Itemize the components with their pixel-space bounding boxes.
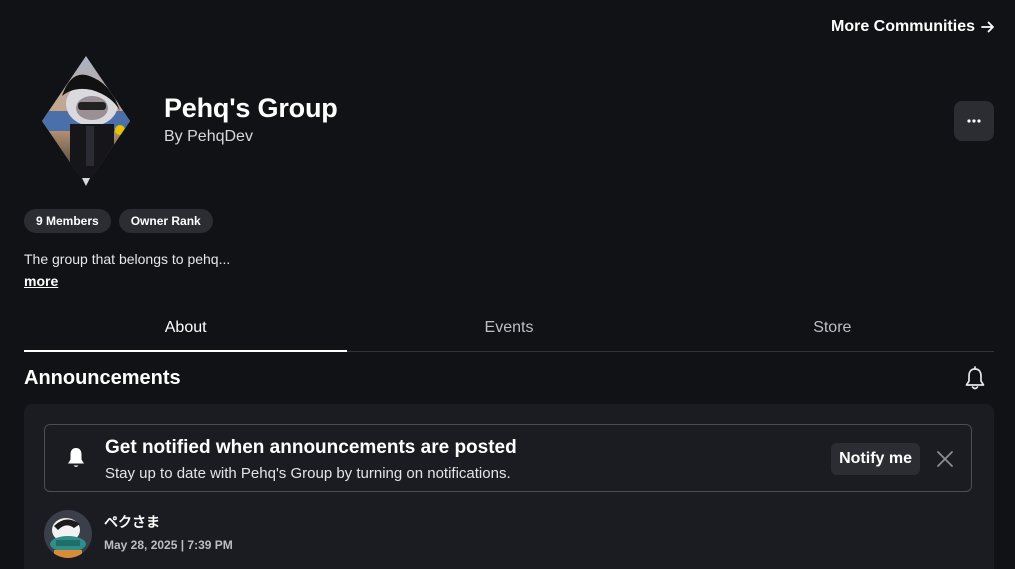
ellipsis-icon [967, 119, 981, 123]
notify-card: Get notified when announcements are post… [44, 424, 972, 492]
group-emblem [42, 56, 130, 186]
tab-events[interactable]: Events [347, 305, 670, 351]
notify-me-button[interactable]: Notify me [831, 443, 920, 475]
more-communities-label: More Communities [830, 18, 975, 35]
announcements-heading: Announcements [24, 367, 181, 389]
more-communities-link[interactable]: More Communities [831, 18, 995, 36]
tab-store[interactable]: Store [671, 305, 994, 351]
bell-icon [68, 448, 84, 467]
group-stats-chips: 9 Members Owner Rank [24, 209, 213, 233]
by-label: By [164, 128, 183, 145]
description-more-link[interactable]: more [24, 273, 58, 289]
notify-subtitle: Stay up to date with Pehq's Group by tur… [105, 465, 511, 482]
group-description: The group that belongs to pehq... [24, 251, 231, 267]
announcements-panel: Get notified when announcements are post… [24, 404, 994, 569]
group-page: More Communities Pehq's Group By PehqDev… [0, 0, 1015, 569]
bell-outline-icon[interactable] [963, 366, 987, 392]
group-tabs: About Events Store [24, 305, 994, 352]
members-chip[interactable]: 9 Members [24, 209, 111, 233]
tab-about[interactable]: About [24, 305, 348, 352]
avatar[interactable] [44, 510, 92, 558]
rank-chip: Owner Rank [118, 209, 213, 233]
group-title: Pehq's Group [164, 93, 338, 123]
notify-title: Get notified when announcements are post… [105, 437, 517, 458]
owner-link[interactable]: PehqDev [187, 128, 253, 145]
group-owner-line: By PehqDev [164, 128, 253, 146]
post-timestamp: May 28, 2025 | 7:39 PM [104, 538, 233, 552]
more-options-button[interactable] [954, 101, 994, 141]
arrow-right-icon [981, 21, 994, 33]
post-author[interactable]: ペクさま [104, 512, 160, 532]
close-icon[interactable] [935, 449, 955, 469]
